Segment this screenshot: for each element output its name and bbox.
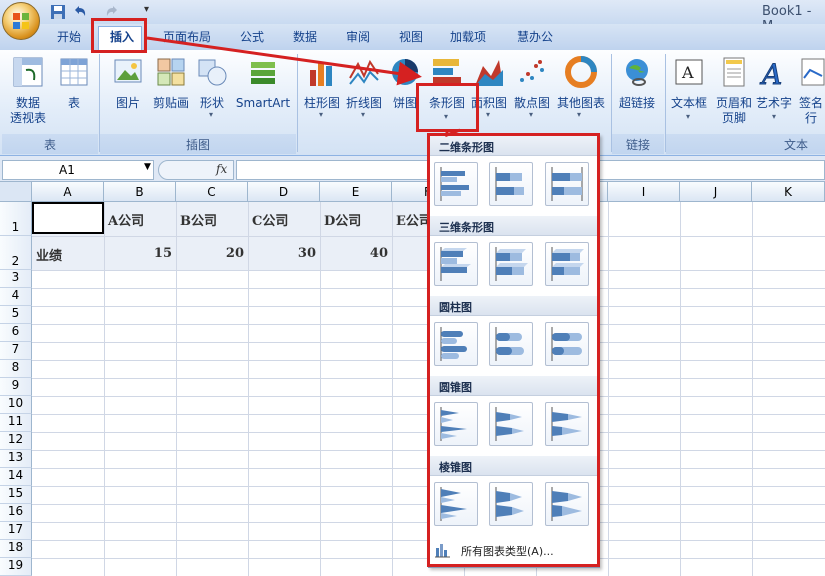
office-logo-icon <box>13 13 29 29</box>
arrow-to-gallery <box>445 128 461 138</box>
annotation-arrows <box>146 36 461 138</box>
office-button[interactable] <box>2 2 40 40</box>
arrow-to-bar-chart <box>146 36 422 86</box>
